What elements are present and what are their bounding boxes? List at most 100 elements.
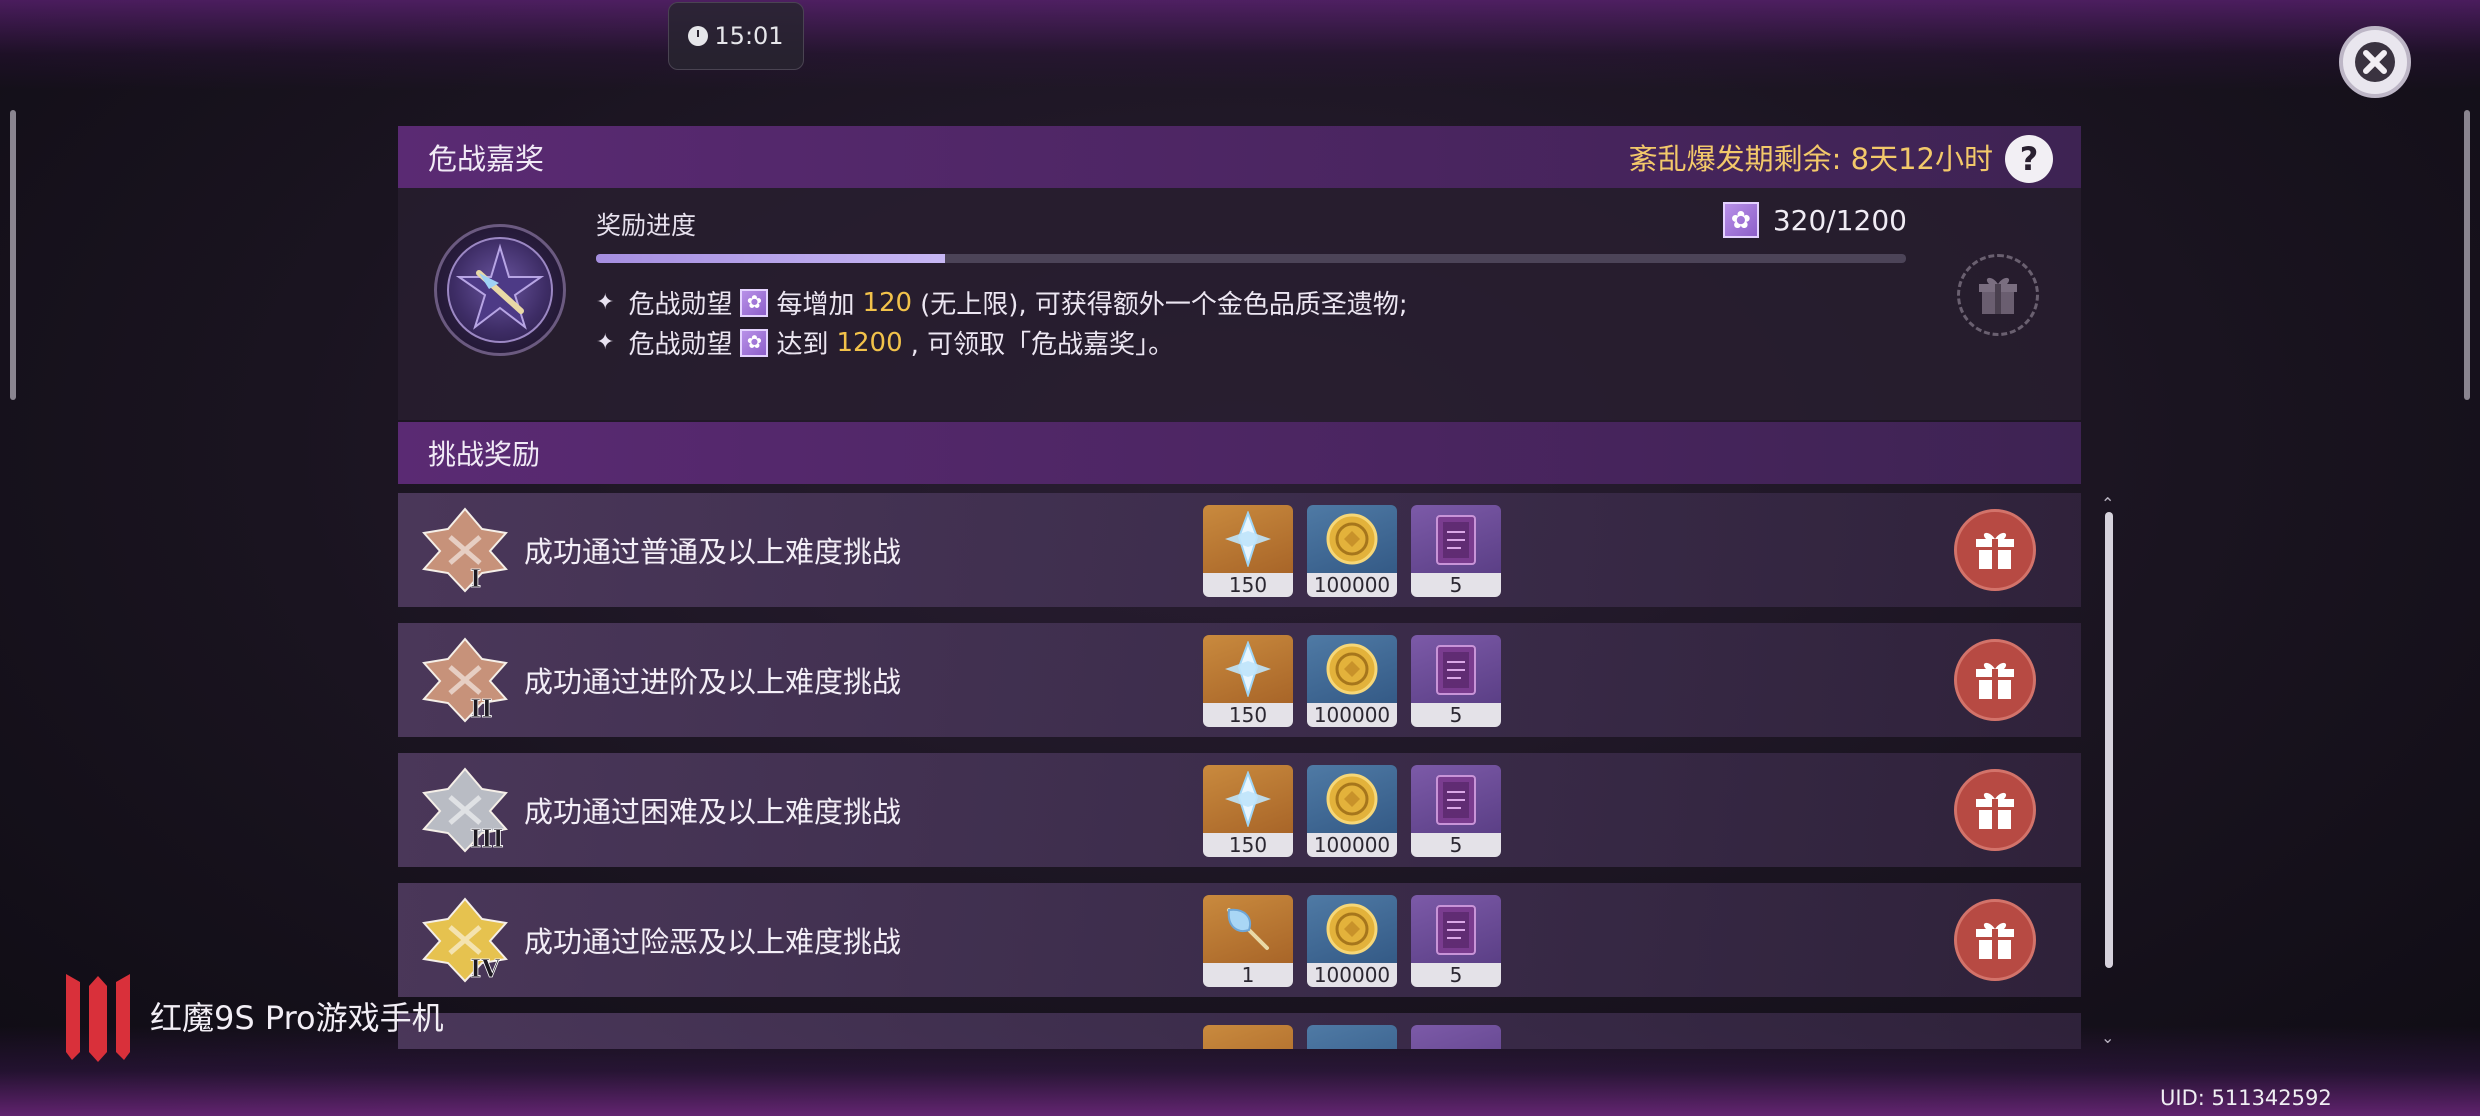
progress-fill: [596, 254, 946, 263]
close-button[interactable]: [2339, 26, 2411, 98]
reward-list-scrollbar[interactable]: ⌃ ⌄: [2101, 494, 2114, 1048]
reward-item-quantity: 5: [1411, 963, 1501, 987]
bonus-body: 奖励进度 320/1200 ✦ 危战勋望 每增加120(无上限), 可获得额外一…: [398, 188, 2081, 420]
claim-reward-button[interactable]: [1954, 899, 2036, 981]
rank-emblem-icon: I: [422, 507, 508, 593]
reward-item-quantity: 150: [1203, 833, 1293, 857]
exp-book-icon: [1411, 635, 1501, 703]
reward-item-quantity: 5: [1411, 703, 1501, 727]
progress-bar: [596, 254, 1906, 263]
reward-item-quantity: 100000: [1307, 833, 1397, 857]
close-icon: [2355, 42, 2395, 82]
reward-item[interactable]: 5: [1411, 635, 1501, 727]
rank-emblem-icon: II: [422, 637, 508, 723]
challenge-header: 挑战奖励: [398, 422, 2081, 484]
reward-item[interactable]: [1203, 1025, 1293, 1049]
reward-item-quantity: 100000: [1307, 963, 1397, 987]
reward-item[interactable]: 150: [1203, 635, 1293, 727]
bonus-claim-button[interactable]: [1957, 254, 2039, 336]
artifact-feather-icon: [1203, 895, 1293, 963]
reward-items: 150 100000 5: [1203, 765, 1501, 857]
reward-row-label: 成功通过困难及以上难度挑战: [524, 795, 902, 829]
reward-item-quantity: 100000: [1307, 703, 1397, 727]
gift-icon: [1976, 792, 2014, 829]
mora-coin-icon: [1307, 765, 1397, 833]
bonus-medal-icon: [434, 224, 566, 356]
reward-item[interactable]: 5: [1411, 895, 1501, 987]
reward-item[interactable]: 1: [1203, 895, 1293, 987]
rank-numeral: IV: [470, 954, 500, 983]
primogem-icon: [1203, 635, 1293, 703]
claim-reward-button[interactable]: [1954, 639, 2036, 721]
reward-items: 1 100000 5: [1203, 895, 1501, 987]
honor-gem-icon: [740, 288, 769, 317]
reward-items: [1203, 1025, 1501, 1049]
left-edge-handle: [10, 110, 16, 400]
reward-item-quantity: 5: [1411, 833, 1501, 857]
reward-list[interactable]: I 成功通过普通及以上难度挑战 150 100000 5 II 成功通过进阶及以上难度挑战 1…: [398, 493, 2081, 1049]
reward-item[interactable]: [1307, 1025, 1397, 1049]
reward-item[interactable]: 5: [1411, 765, 1501, 857]
gift-icon: [1976, 532, 2014, 569]
reward-row: II 成功通过进阶及以上难度挑战 150 100000 5: [398, 623, 2081, 737]
bonus-rule-line-1: ✦ 危战勋望 每增加120(无上限), 可获得额外一个金色品质圣遗物;: [596, 284, 1408, 321]
reward-item[interactable]: 150: [1203, 505, 1293, 597]
reward-item[interactable]: 100000: [1307, 635, 1397, 727]
mora-coin-icon: [1307, 635, 1397, 703]
reward-row-partial: [398, 1013, 2081, 1049]
challenge-section: 挑战奖励: [398, 422, 2081, 484]
clock-time: 15:01: [714, 22, 784, 50]
player-uid: UID: 511342592: [2160, 1086, 2332, 1110]
clock-icon: [688, 26, 709, 46]
scrollbar-thumb[interactable]: [2105, 512, 2113, 968]
sparkle-icon: ✦: [596, 330, 615, 355]
reward-row: I 成功通过普通及以上难度挑战 150 100000 5: [398, 493, 2081, 607]
claim-reward-button[interactable]: [1954, 769, 2036, 851]
event-timer: 紊乱爆发期剩余: 8天12小时: [1628, 142, 1993, 176]
bonus-header: 危战嘉奖 紊乱爆发期剩余: 8天12小时 ?: [398, 126, 2081, 188]
reward-item-quantity: 100000: [1307, 573, 1397, 597]
reward-item[interactable]: 150: [1203, 765, 1293, 857]
reward-item-quantity: 1: [1203, 963, 1293, 987]
rank-numeral: II: [470, 694, 492, 723]
reward-row-label: 成功通过进阶及以上难度挑战: [524, 665, 902, 699]
rank-numeral: III: [470, 824, 504, 853]
honor-gem-icon: [1722, 202, 1759, 238]
mora-coin-icon: [1307, 505, 1397, 573]
exp-book-icon: [1411, 765, 1501, 833]
reward-item[interactable]: 100000: [1307, 765, 1397, 857]
exp-book-icon: [1411, 895, 1501, 963]
progress-count: 320/1200: [1722, 202, 1907, 238]
bonus-title: 危战嘉奖: [428, 142, 545, 176]
reward-item-quantity: 5: [1411, 573, 1501, 597]
bonus-rule-line-2: ✦ 危战勋望 达到1200, 可领取「危战嘉奖」。: [596, 324, 1174, 361]
rank-emblem-icon: III: [422, 767, 508, 853]
reward-item[interactable]: 100000: [1307, 895, 1397, 987]
challenge-title: 挑战奖励: [428, 438, 541, 471]
reward-row: III 成功通过困难及以上难度挑战 150 100000 5: [398, 753, 2081, 867]
reward-item[interactable]: 100000: [1307, 505, 1397, 597]
primogem-icon: [1203, 505, 1293, 573]
exp-book-icon: [1411, 505, 1501, 573]
progress-label: 奖励进度: [596, 211, 697, 240]
rank-numeral: I: [470, 564, 481, 593]
scroll-up-icon: ⌃: [2101, 494, 2115, 513]
honor-gem-icon: [740, 328, 769, 357]
reward-item-quantity: 150: [1203, 573, 1293, 597]
reward-item[interactable]: 5: [1411, 505, 1501, 597]
status-clock: 15:01: [668, 2, 804, 70]
artifact-feather-icon: [1203, 1025, 1293, 1049]
sparkle-icon: ✦: [596, 290, 615, 315]
reward-item[interactable]: [1411, 1025, 1501, 1049]
help-button[interactable]: ?: [2005, 135, 2053, 183]
background-top-wave: [0, 0, 2480, 90]
reward-row-label: 成功通过险恶及以上难度挑战: [524, 925, 902, 959]
claim-reward-button[interactable]: [1954, 509, 2036, 591]
reward-items: 150 100000 5: [1203, 505, 1501, 597]
reward-item-quantity: 150: [1203, 703, 1293, 727]
reward-items: 150 100000 5: [1203, 635, 1501, 727]
gift-icon: [1976, 662, 2014, 699]
red-magic-logo-icon: [66, 974, 130, 1062]
exp-book-icon: [1411, 1025, 1501, 1049]
right-edge-handle: [2464, 110, 2470, 400]
